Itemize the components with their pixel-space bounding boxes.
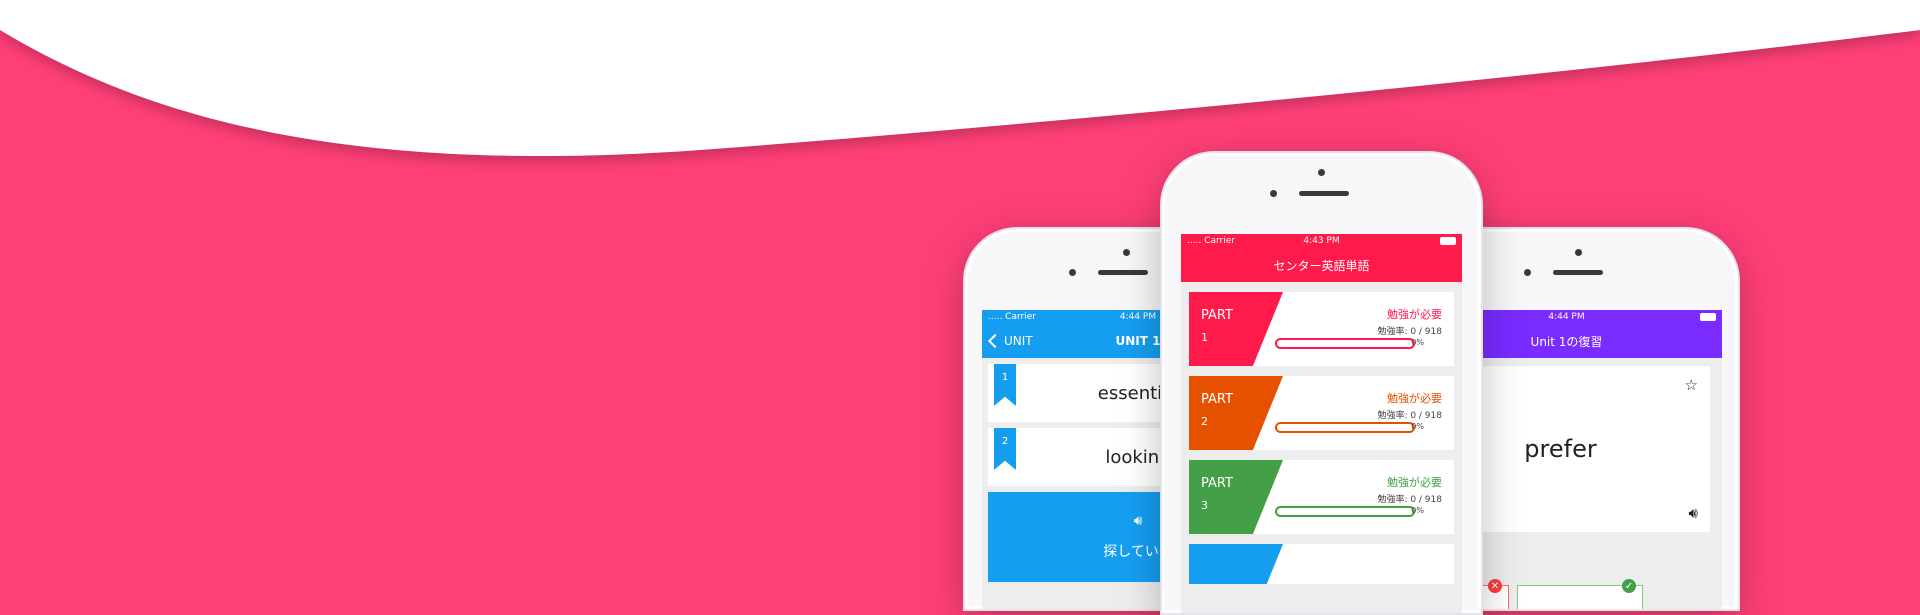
front-camera bbox=[1318, 169, 1325, 176]
parts-list: PART 1 勉強が必要 勉強率: 0 / 918 0% PART 2 勉強が必要 勉強率: 0… bbox=[1181, 292, 1462, 534]
part-tab: PART 2 bbox=[1189, 376, 1283, 450]
part-label: PART bbox=[1201, 308, 1233, 323]
earpiece-speaker bbox=[1299, 191, 1349, 196]
correct-check-icon: ✓ bbox=[1622, 579, 1636, 593]
earpiece-speaker bbox=[1098, 270, 1148, 275]
header-wave bbox=[0, 0, 1920, 157]
app-screen: ..... Carrier 4:43 PM センター英語単語 PART 1 勉強が必… bbox=[1181, 234, 1462, 613]
nav-title: UNIT 1 bbox=[1115, 334, 1161, 348]
answer-choice-correct[interactable]: ✓ bbox=[1517, 579, 1643, 609]
part-status: 勉強が必要 bbox=[1387, 392, 1442, 405]
progress-percent: 0% bbox=[1411, 338, 1424, 347]
phone-mockup-part-list: ..... Carrier 4:43 PM センター英語単語 PART 1 勉強が必… bbox=[1160, 151, 1483, 615]
sensor-dot bbox=[1524, 269, 1531, 276]
part-study-rate: 勉強率: 0 / 918 bbox=[1377, 327, 1442, 337]
bookmark-ribbon-icon: 2 bbox=[994, 428, 1016, 470]
part-number: 1 bbox=[1201, 331, 1208, 344]
front-camera bbox=[1575, 249, 1582, 256]
sensor-dot bbox=[1069, 269, 1076, 276]
speaker-icon[interactable]: 🔊︎ bbox=[1134, 513, 1143, 529]
progress-percent: 0% bbox=[1411, 506, 1424, 515]
back-label: UNIT bbox=[1004, 334, 1033, 348]
part-label: PART bbox=[1201, 392, 1233, 407]
nav-title: センター英語単語 bbox=[1273, 258, 1370, 273]
progress-bar bbox=[1275, 338, 1415, 349]
part-card[interactable]: PART 3 勉強が必要勉強率: 0 / 918 0% bbox=[1189, 460, 1454, 534]
flash-word: prefer bbox=[1524, 435, 1597, 463]
status-time: 4:43 PM bbox=[1303, 236, 1340, 246]
part-status: 勉強が必要 bbox=[1387, 476, 1442, 489]
progress-bar bbox=[1275, 506, 1415, 517]
part-tab: PART 1 bbox=[1189, 292, 1283, 366]
front-camera bbox=[1123, 249, 1130, 256]
speaker-icon[interactable]: 🔊︎ bbox=[1689, 504, 1698, 522]
nav-title: Unit 1の復習 bbox=[1530, 334, 1603, 349]
back-button[interactable]: UNIT bbox=[987, 324, 1033, 358]
part-study-rate: 勉強率: 0 / 918 bbox=[1377, 495, 1442, 505]
star-outline-icon[interactable]: ☆ bbox=[1685, 376, 1698, 394]
part-tab: PART 3 bbox=[1189, 460, 1283, 534]
progress-percent: 0% bbox=[1411, 422, 1424, 431]
part-study-rate: 勉強率: 0 / 918 bbox=[1377, 411, 1442, 421]
wrong-x-icon: ✕ bbox=[1488, 579, 1502, 593]
nav-bar: センター英語単語 bbox=[1181, 248, 1462, 282]
part-card[interactable]: PART 2 勉強が必要勉強率: 0 / 918 0% bbox=[1189, 376, 1454, 450]
part-number: 2 bbox=[1201, 415, 1208, 428]
part-tab bbox=[1189, 544, 1283, 584]
part-status: 勉強が必要 bbox=[1387, 308, 1442, 321]
part-label: PART bbox=[1201, 476, 1233, 491]
part-number: 3 bbox=[1201, 499, 1208, 512]
status-bar: ..... Carrier 4:43 PM bbox=[1181, 234, 1462, 248]
part-card[interactable]: PART 1 勉強が必要勉強率: 0 / 918 0% bbox=[1189, 292, 1454, 366]
progress-bar bbox=[1275, 422, 1415, 433]
part-card-partial[interactable] bbox=[1189, 544, 1454, 584]
earpiece-speaker bbox=[1553, 270, 1603, 275]
bookmark-ribbon-icon: 1 bbox=[994, 364, 1016, 406]
sensor-dot bbox=[1270, 190, 1277, 197]
chevron-left-icon bbox=[987, 333, 1003, 349]
